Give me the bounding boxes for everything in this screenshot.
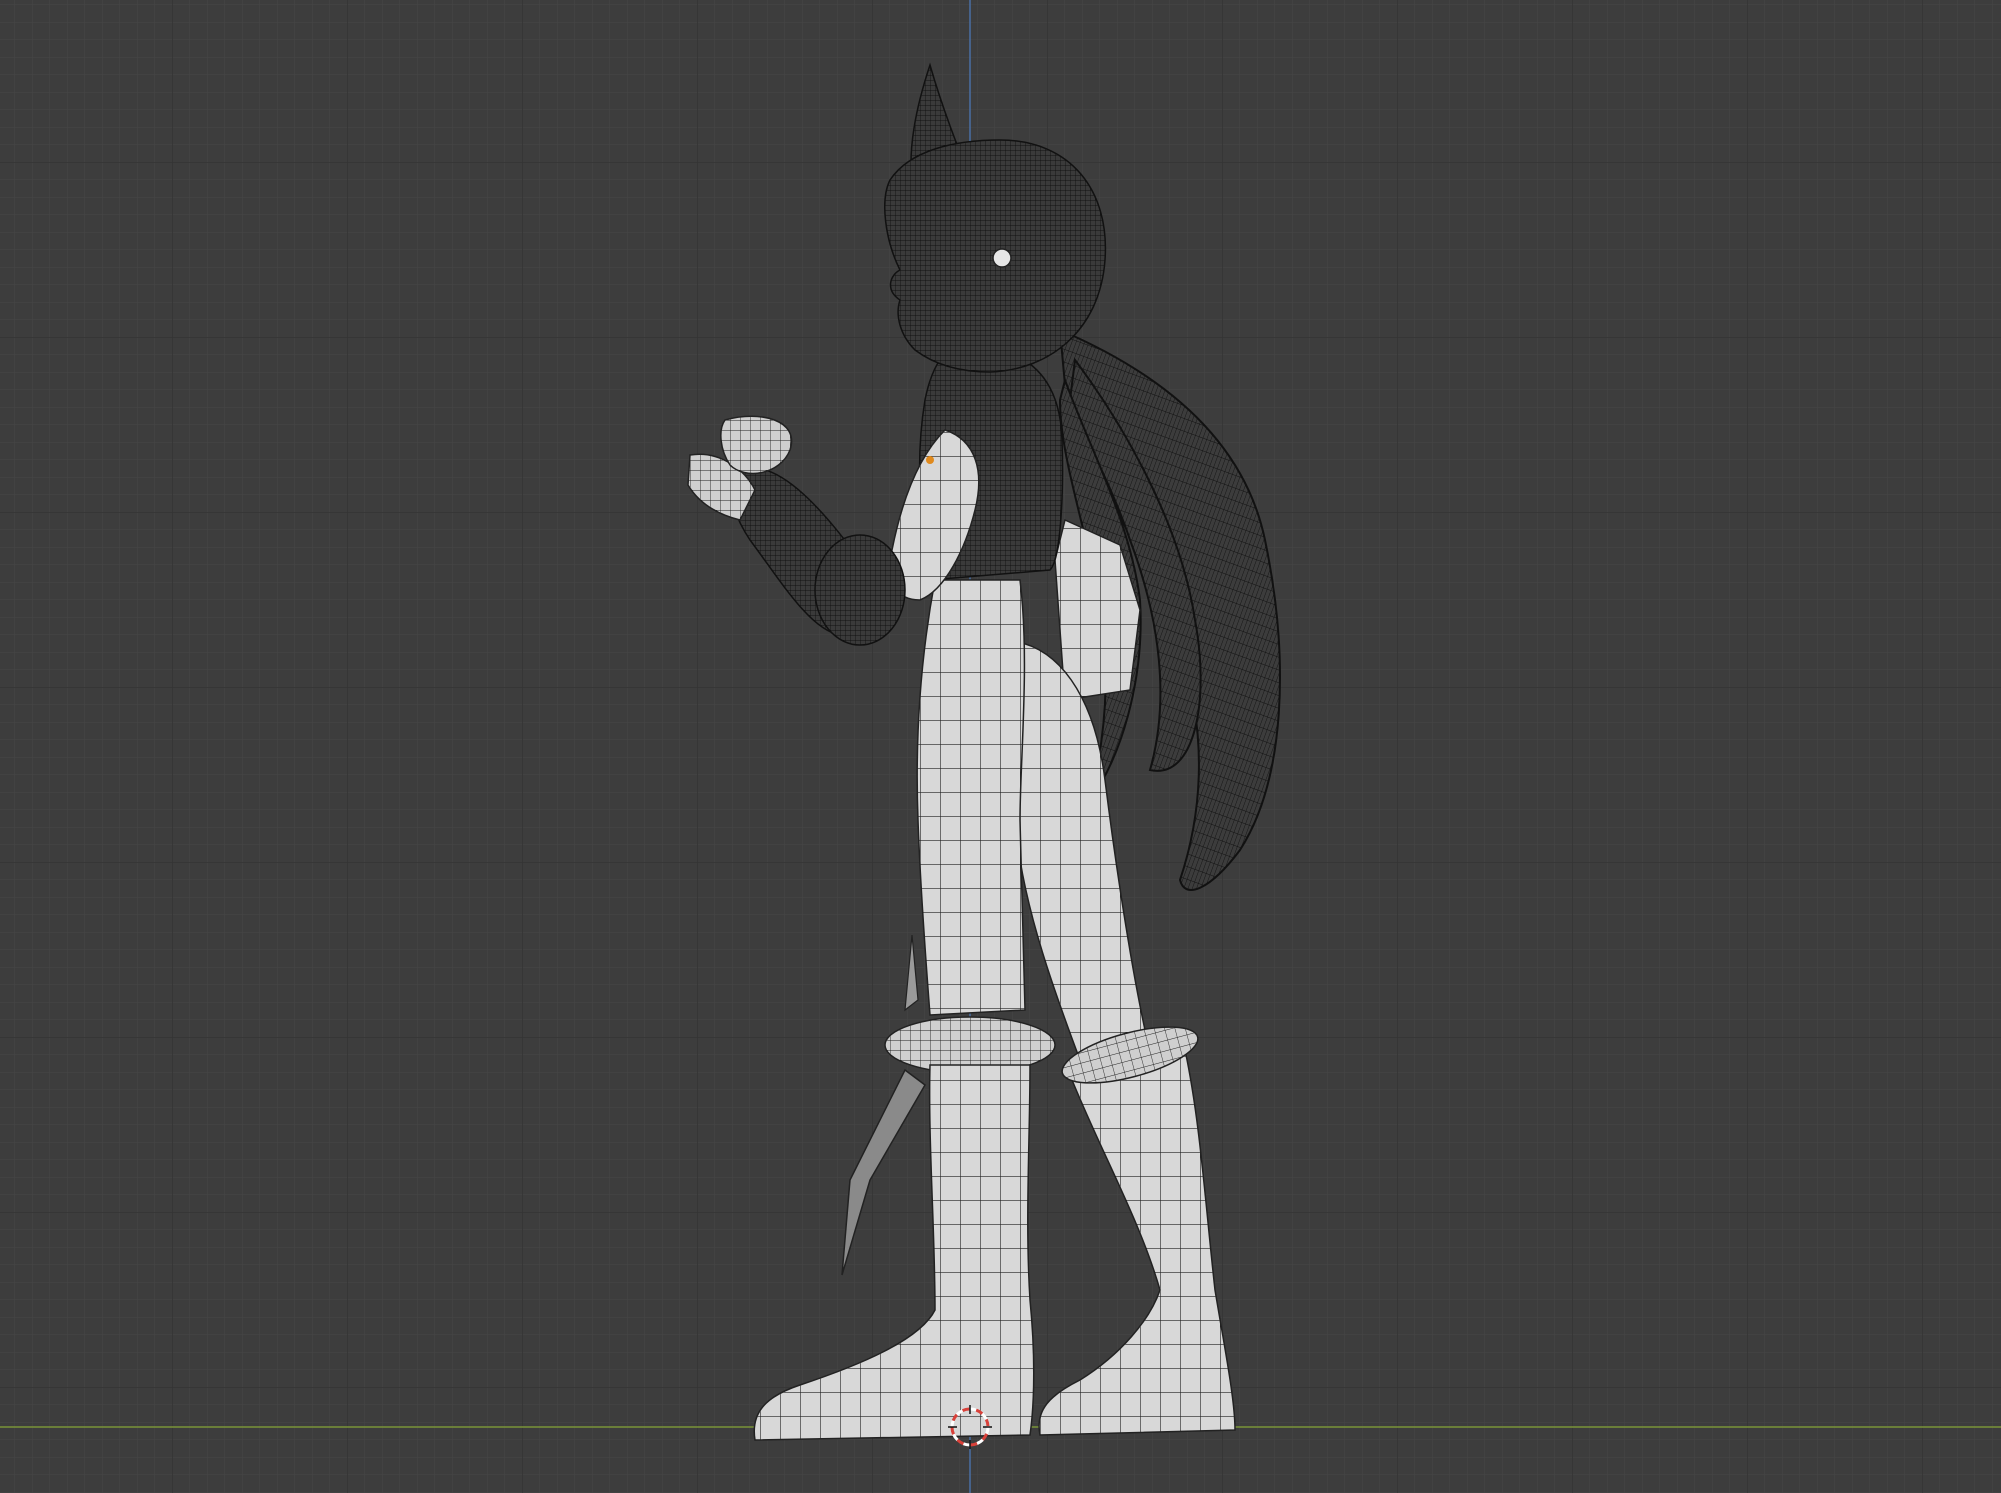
object-origin-marker[interactable] (926, 456, 934, 464)
3d-viewport[interactable] (0, 0, 2001, 1493)
elbow-cuff-mesh (814, 534, 906, 646)
eye-mesh (992, 248, 1012, 268)
